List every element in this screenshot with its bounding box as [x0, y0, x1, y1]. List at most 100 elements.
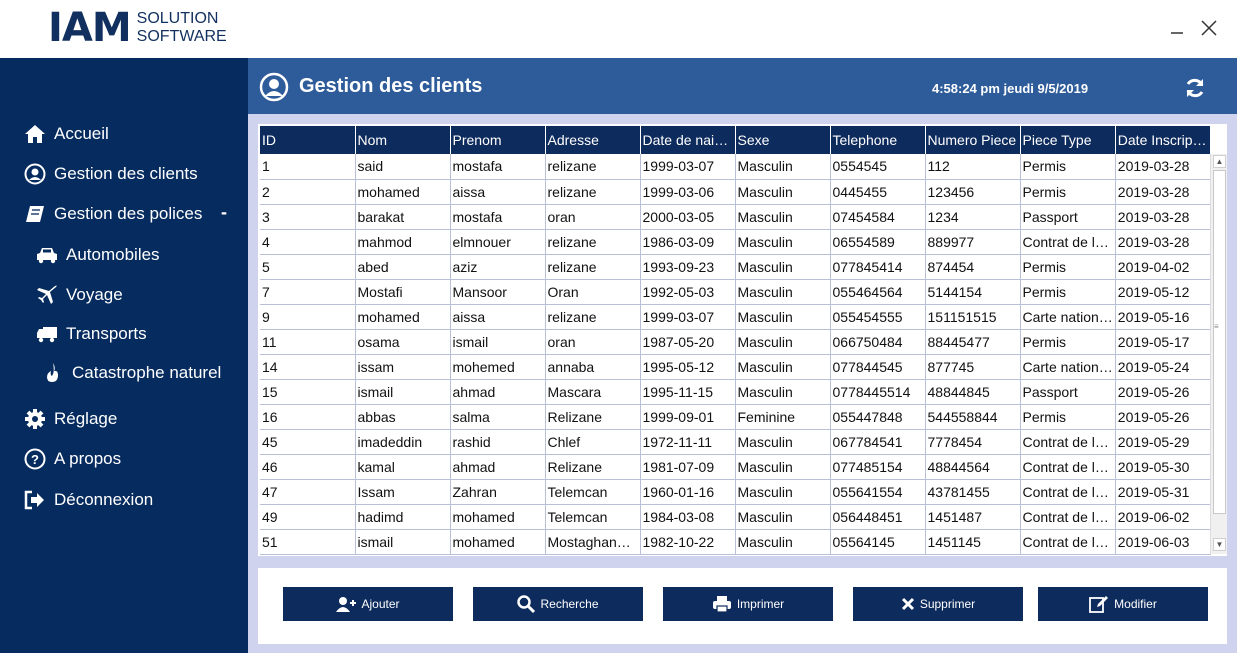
table-cell[interactable]: said [355, 154, 451, 180]
sidebar-item-accueil[interactable]: Accueil [24, 122, 109, 146]
close-button[interactable] [1195, 14, 1223, 42]
table-row[interactable]: 51 ismail mohamed Mostaghan… 1982-10-22 Mascu… [260, 529, 1211, 555]
table-cell[interactable]: mostafa [450, 154, 546, 180]
table-cell[interactable]: 2019-05-26 [1115, 379, 1211, 405]
table-cell[interactable]: 1972-11-11 [640, 429, 736, 455]
table-cell[interactable]: Contrat de l… [1020, 429, 1116, 455]
table-cell[interactable]: mahmod [355, 229, 451, 255]
table-cell[interactable]: 055454555 [830, 304, 926, 330]
table-cell[interactable]: Carte nation… [1020, 304, 1116, 330]
table-cell[interactable]: Masculin [735, 329, 831, 355]
table-cell[interactable]: 1999-09-01 [640, 404, 736, 430]
table-cell[interactable]: 51 [260, 529, 356, 555]
table-cell[interactable]: 1984-03-08 [640, 504, 736, 530]
table-cell[interactable]: 1 [260, 154, 356, 180]
table-cell[interactable]: relizane [545, 254, 641, 280]
table-cell[interactable]: 2019-05-31 [1115, 479, 1211, 505]
table-cell[interactable]: Contrat de l… [1020, 454, 1116, 480]
table-cell[interactable]: Masculin [735, 529, 831, 555]
table-cell[interactable]: aissa [450, 304, 546, 330]
scrollbar-thumb[interactable] [1213, 170, 1226, 514]
sidebar-item-gestion-clients[interactable]: Gestion des clients [24, 162, 198, 186]
table-cell[interactable]: 1999-03-07 [640, 154, 736, 180]
table-cell[interactable]: 055641554 [830, 479, 926, 505]
table-cell[interactable]: abbas [355, 404, 451, 430]
table-cell[interactable]: 1981-07-09 [640, 454, 736, 480]
edit-button[interactable]: Modifier [1038, 587, 1208, 621]
sidebar-item-voyage[interactable]: Voyage [36, 283, 123, 307]
table-cell[interactable]: ismail [355, 379, 451, 405]
table-row[interactable]: 46 kamal ahmad Relizane 1981-07-09 Masculin 07… [260, 454, 1211, 480]
table-cell[interactable]: 1999-03-07 [640, 304, 736, 330]
table-cell[interactable]: 151151515 [925, 304, 1021, 330]
table-cell[interactable]: 15 [260, 379, 356, 405]
table-cell[interactable]: Masculin [735, 229, 831, 255]
table-cell[interactable]: mostafa [450, 204, 546, 230]
table-cell[interactable]: 0778445514 [830, 379, 926, 405]
table-cell[interactable]: 48844564 [925, 454, 1021, 480]
table-cell[interactable]: 077844545 [830, 354, 926, 380]
table-row[interactable]: 2 mohamed aissa relizane 1999-03-06 Masculin 0… [260, 179, 1211, 205]
table-cell[interactable]: 544558844 [925, 404, 1021, 430]
table-cell[interactable]: Mostaghan… [545, 529, 641, 555]
table-cell[interactable]: issam [355, 354, 451, 380]
table-cell[interactable]: Permis [1020, 329, 1116, 355]
table-cell[interactable]: Masculin [735, 479, 831, 505]
table-cell[interactable]: 2019-03-28 [1115, 204, 1211, 230]
table-cell[interactable]: relizane [545, 154, 641, 180]
table-cell[interactable]: 0554545 [830, 154, 926, 180]
table-cell[interactable]: 7 [260, 279, 356, 305]
table-cell[interactable]: 2019-04-02 [1115, 254, 1211, 280]
table-cell[interactable]: ismail [355, 529, 451, 555]
table-cell[interactable]: 055464564 [830, 279, 926, 305]
table-cell[interactable]: Passport [1020, 204, 1116, 230]
table-cell[interactable]: Masculin [735, 279, 831, 305]
table-cell[interactable]: 067784541 [830, 429, 926, 455]
table-cell[interactable]: 06554589 [830, 229, 926, 255]
table-cell[interactable]: 5 [260, 254, 356, 280]
table-cell[interactable]: Passport [1020, 379, 1116, 405]
table-cell[interactable]: 056448451 [830, 504, 926, 530]
table-cell[interactable]: 2019-06-02 [1115, 504, 1211, 530]
table-cell[interactable]: 7778454 [925, 429, 1021, 455]
table-cell[interactable]: Contrat de l… [1020, 504, 1116, 530]
table-cell[interactable]: mohemed [450, 354, 546, 380]
table-cell[interactable]: mohamed [355, 179, 451, 205]
table-cell[interactable]: relizane [545, 229, 641, 255]
table-cell[interactable]: Contrat de l… [1020, 529, 1116, 555]
table-row[interactable]: 1 said mostafa relizane 1999-03-07 Masculin 05… [260, 154, 1211, 180]
table-cell[interactable]: 2019-05-17 [1115, 329, 1211, 355]
sidebar-item-deconnexion[interactable]: Déconnexion [24, 488, 153, 512]
table-cell[interactable]: Relizane [545, 454, 641, 480]
sidebar-item-gestion-polices[interactable]: Gestion des polices [24, 202, 202, 226]
table-row[interactable]: 16 abbas salma Relizane 1999-09-01 Feminine 05… [260, 404, 1211, 430]
table-cell[interactable]: Masculin [735, 204, 831, 230]
table-cell[interactable]: 16 [260, 404, 356, 430]
table-cell[interactable]: Masculin [735, 454, 831, 480]
table-cell[interactable]: rashid [450, 429, 546, 455]
vertical-scrollbar[interactable]: ▲ ≡ ▼ [1210, 154, 1227, 554]
table-cell[interactable]: Permis [1020, 179, 1116, 205]
table-cell[interactable]: 1986-03-09 [640, 229, 736, 255]
table-cell[interactable]: salma [450, 404, 546, 430]
table-cell[interactable]: 0445455 [830, 179, 926, 205]
table-cell[interactable]: relizane [545, 179, 641, 205]
table-cell[interactable]: Mansoor [450, 279, 546, 305]
column-header[interactable]: Prenom [450, 126, 546, 154]
table-cell[interactable]: 2019-03-28 [1115, 154, 1211, 180]
column-header[interactable]: ID [260, 126, 356, 154]
table-row[interactable]: 47 Issam Zahran Telemcan 1960-01-16 Masculin 0… [260, 479, 1211, 505]
table-cell[interactable]: 077485154 [830, 454, 926, 480]
table-cell[interactable]: 45 [260, 429, 356, 455]
table-cell[interactable]: 48844845 [925, 379, 1021, 405]
column-header[interactable]: Piece Type [1020, 126, 1116, 154]
table-cell[interactable]: 2000-03-05 [640, 204, 736, 230]
table-cell[interactable]: Chlef [545, 429, 641, 455]
table-cell[interactable]: 2019-05-29 [1115, 429, 1211, 455]
print-button[interactable]: Imprimer [663, 587, 833, 621]
column-header[interactable]: Nom [355, 126, 451, 154]
table-cell[interactable]: Masculin [735, 504, 831, 530]
column-header[interactable]: Telephone [830, 126, 926, 154]
table-cell[interactable]: 2019-05-30 [1115, 454, 1211, 480]
table-row[interactable]: 5 abed aziz relizane 1993-09-23 Masculin 07784… [260, 254, 1211, 280]
